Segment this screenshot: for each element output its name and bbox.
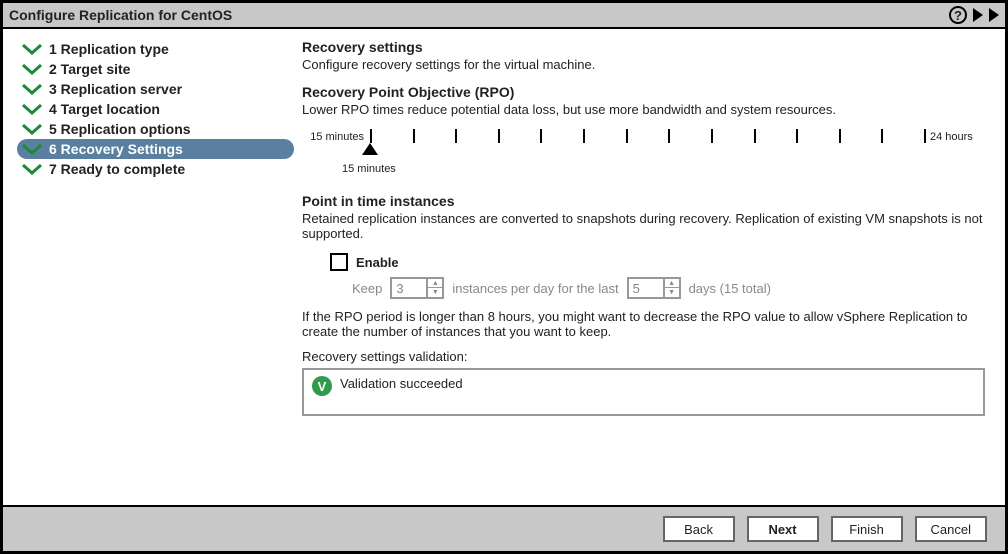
step-complete-chevron-icon [21,142,43,156]
help-icon[interactable]: ? [949,6,967,24]
next-button[interactable]: Next [747,516,819,542]
rpo-slider-group: 15 minutes 24 hours 15 minutes [302,129,985,175]
title-bar: Configure Replication for CentOS ? [3,3,1005,29]
slider-tick [455,129,457,143]
main-area: 1 Replication type 2 Target site 3 Replica… [3,29,1005,505]
pit-suffix-text: days (15 total) [689,281,771,296]
slider-tick [924,129,926,143]
wizard-step-3[interactable]: 3 Replication server [17,79,294,99]
wizard-step-5[interactable]: 5 Replication options [17,119,294,139]
rpo-value-label: 15 minutes [342,163,985,175]
rpo-slider[interactable] [370,129,924,163]
pit-instances-input[interactable] [392,279,426,297]
validation-label: Recovery settings validation: [302,349,985,364]
wizard-step-1[interactable]: 1 Replication type [17,39,294,59]
back-button[interactable]: Back [663,516,735,542]
pit-enable-row: Enable [330,253,985,271]
stepper-down-icon[interactable]: ▼ [665,288,679,297]
stepper-down-icon[interactable]: ▼ [428,288,442,297]
slider-tick [583,129,585,143]
stepper-up-icon[interactable]: ▲ [665,279,679,288]
step-complete-chevron-icon [21,102,43,116]
pit-desc: Retained replication instances are conve… [302,211,985,241]
wizard-step-label: 3 Replication server [49,81,182,97]
slider-tick [754,129,756,143]
slider-tick [881,129,883,143]
wizard-steps-sidebar: 1 Replication type 2 Target site 3 Replica… [3,29,298,505]
wizard-step-2[interactable]: 2 Target site [17,59,294,79]
cancel-button[interactable]: Cancel [915,516,987,542]
wizard-step-6[interactable]: 6 Recovery Settings [17,139,294,159]
rpo-max-label: 24 hours [930,129,985,143]
slider-tick [668,129,670,143]
validation-ok-icon: V [312,376,332,396]
pit-enable-checkbox[interactable] [330,253,348,271]
recovery-settings-desc: Configure recovery settings for the virt… [302,57,985,72]
play-icon[interactable] [973,8,983,22]
validation-box: V Validation succeeded [302,368,985,416]
wizard-footer: Back Next Finish Cancel [3,505,1005,551]
rpo-desc: Lower RPO times reduce potential data lo… [302,102,985,117]
pit-section: Point in time instances Retained replica… [302,193,985,416]
wizard-step-label: 5 Replication options [49,121,191,137]
content-panel: Recovery settings Configure recovery set… [298,29,1005,505]
step-complete-chevron-icon [21,162,43,176]
step-complete-chevron-icon [21,122,43,136]
pit-days-input[interactable] [629,279,663,297]
wizard-step-label: 6 Recovery Settings [49,141,183,157]
stepper-up-icon[interactable]: ▲ [428,279,442,288]
rpo-min-label: 15 minutes [302,129,364,143]
wizard-step-label: 1 Replication type [49,41,169,57]
pit-enable-label: Enable [356,255,399,270]
finish-button[interactable]: Finish [831,516,903,542]
wizard-step-label: 4 Target location [49,101,160,117]
pit-keep-label: Keep [352,281,382,296]
pit-keep-row: Keep ▲▼ instances per day for the last ▲… [352,277,985,299]
slider-tick [711,129,713,143]
slider-tick [839,129,841,143]
wizard-window: Configure Replication for CentOS ? 1 Rep… [0,0,1008,554]
pit-days-stepper[interactable]: ▲▼ [627,277,681,299]
slider-tick [626,129,628,143]
step-complete-chevron-icon [21,62,43,76]
validation-status-text: Validation succeeded [340,376,463,391]
slider-tick [796,129,798,143]
step-complete-chevron-icon [21,42,43,56]
rpo-slider-thumb[interactable] [362,143,378,155]
pit-instances-stepper[interactable]: ▲▼ [390,277,444,299]
pit-mid-text: instances per day for the last [452,281,618,296]
titlebar-controls: ? [949,6,999,24]
wizard-step-label: 2 Target site [49,61,130,77]
slider-tick [540,129,542,143]
pit-note: If the RPO period is longer than 8 hours… [302,309,985,339]
recovery-settings-heading: Recovery settings [302,39,985,55]
wizard-step-4[interactable]: 4 Target location [17,99,294,119]
slider-tick [413,129,415,143]
rpo-heading: Recovery Point Objective (RPO) [302,84,985,100]
slider-tick [370,129,372,143]
slider-tick [498,129,500,143]
play-icon-2[interactable] [989,8,999,22]
wizard-step-label: 7 Ready to complete [49,161,185,177]
pit-heading: Point in time instances [302,193,985,209]
wizard-step-7[interactable]: 7 Ready to complete [17,159,294,179]
step-complete-chevron-icon [21,82,43,96]
window-title: Configure Replication for CentOS [9,7,232,23]
